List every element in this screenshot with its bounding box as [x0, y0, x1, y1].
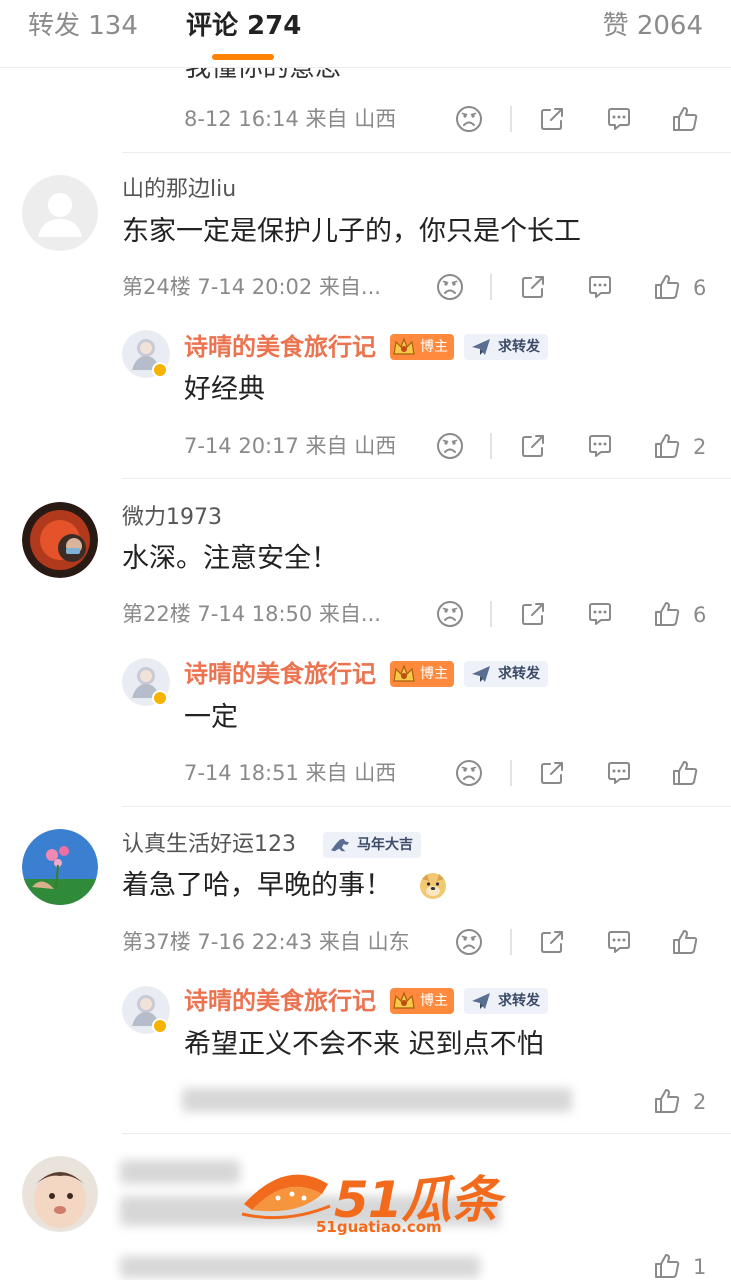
tab-comments[interactable]: 评论 274 [186, 10, 301, 42]
badge-label: 博主 [420, 993, 448, 1009]
comment-meta: 第24楼 7-14 20:02 来自... [122, 275, 381, 299]
separator [122, 806, 731, 807]
badge-label: 博主 [420, 339, 448, 355]
like-count: 2 [693, 435, 707, 459]
reply-meta: 7-14 20:17 来自 山西 [184, 434, 397, 458]
request-repost-badge: 求转发 [464, 334, 548, 360]
verified-icon [152, 1018, 168, 1034]
thumbs-up-icon[interactable] [652, 431, 682, 461]
reply-username[interactable]: 诗晴的美食旅行记 [184, 660, 376, 688]
like-count: 6 [693, 603, 707, 627]
badge-label: 求转发 [498, 666, 540, 682]
tab-likes[interactable]: 赞 2064 [603, 10, 703, 42]
user-badge: 马年大吉 [323, 832, 421, 858]
comment-icon[interactable] [585, 272, 615, 302]
reply-text: 希望正义不会不来 迟到点不怕 [184, 1029, 544, 1060]
thumbs-up-icon[interactable] [670, 758, 700, 788]
comment-icon[interactable] [585, 599, 615, 629]
comment-username[interactable]: 山的那边liu [122, 176, 236, 204]
badge-label: 求转发 [498, 339, 540, 355]
divider [510, 760, 512, 786]
share-icon[interactable] [537, 927, 567, 957]
share-icon[interactable] [518, 272, 548, 302]
separator [122, 478, 731, 479]
sad-face-icon[interactable] [435, 431, 465, 461]
thumbs-up-icon[interactable] [652, 1086, 682, 1116]
comment-username[interactable]: 认真生活好运123 [122, 831, 296, 859]
divider [490, 601, 492, 627]
active-tab-indicator [212, 54, 274, 60]
sad-face-icon[interactable] [454, 104, 484, 134]
tab-repost[interactable]: 转发 134 [28, 10, 138, 42]
comment-text: 着急了哈，早晚的事！ [122, 870, 392, 901]
comment-tabs: 转发 134 评论 274 赞 2064 [0, 0, 731, 68]
like-count: 2 [693, 1090, 707, 1114]
watermelon-icon [241, 1174, 331, 1220]
divider [510, 929, 512, 955]
sad-face-icon[interactable] [435, 272, 465, 302]
badge-label: 博主 [420, 666, 448, 682]
like-count: 6 [693, 276, 707, 300]
comment-meta: 8-12 16:14 来自 山西 [184, 107, 397, 131]
blurred-username [120, 1160, 240, 1184]
thumbs-up-icon[interactable] [670, 927, 700, 957]
reply-text: 好经典 [184, 374, 265, 405]
share-icon[interactable] [537, 758, 567, 788]
thumbs-up-icon[interactable] [652, 272, 682, 302]
comment-icon[interactable] [604, 758, 634, 788]
divider [490, 433, 492, 459]
comment-username[interactable]: 微力1973 [122, 504, 222, 532]
request-repost-badge: 求转发 [464, 988, 548, 1014]
avatar[interactable] [22, 1156, 98, 1232]
comment-meta: 第37楼 7-16 22:43 来自 山东 [122, 930, 410, 954]
blogger-badge: 博主 [390, 661, 454, 687]
blogger-badge: 博主 [390, 988, 454, 1014]
request-repost-badge: 求转发 [464, 661, 548, 687]
share-icon[interactable] [518, 599, 548, 629]
reply-text: 一定 [184, 702, 238, 733]
separator [122, 152, 731, 153]
sad-face-icon[interactable] [454, 758, 484, 788]
avatar[interactable] [22, 175, 98, 251]
thumbs-up-icon[interactable] [652, 599, 682, 629]
comment-icon[interactable] [604, 927, 634, 957]
watermark-logo: 51瓜条 51guatiao.com [238, 1158, 501, 1238]
divider [490, 274, 492, 300]
comment-icon[interactable] [604, 104, 634, 134]
sad-face-icon[interactable] [454, 927, 484, 957]
verified-icon [152, 362, 168, 378]
avatar[interactable] [22, 502, 98, 578]
divider [510, 106, 512, 132]
reply-meta: 7-14 18:51 来自 山西 [184, 761, 397, 785]
separator [122, 1133, 731, 1134]
blogger-badge: 博主 [390, 334, 454, 360]
verified-icon [152, 690, 168, 706]
comment-meta: 第22楼 7-14 18:50 来自... [122, 602, 381, 626]
sad-face-icon[interactable] [435, 599, 465, 629]
badge-label: 求转发 [498, 993, 540, 1009]
blurred-meta [120, 1256, 480, 1278]
doge-emoji-icon [418, 871, 448, 901]
badge-label: 马年大吉 [357, 837, 413, 853]
avatar[interactable] [22, 829, 98, 905]
share-icon[interactable] [537, 104, 567, 134]
blurred-meta [182, 1088, 572, 1112]
comment-text: 东家一定是保护儿子的，你只是个长工 [122, 216, 581, 247]
share-icon[interactable] [518, 431, 548, 461]
reply-username[interactable]: 诗晴的美食旅行记 [184, 333, 376, 361]
thumbs-up-icon[interactable] [670, 104, 700, 134]
reply-username[interactable]: 诗晴的美食旅行记 [184, 987, 376, 1015]
thumbs-up-icon[interactable] [652, 1251, 682, 1280]
watermark-url: 51guatiao.com [316, 1218, 442, 1236]
comment-text: 水深。注意安全！ [122, 543, 338, 574]
like-count: 1 [693, 1255, 707, 1279]
comment-icon[interactable] [585, 431, 615, 461]
